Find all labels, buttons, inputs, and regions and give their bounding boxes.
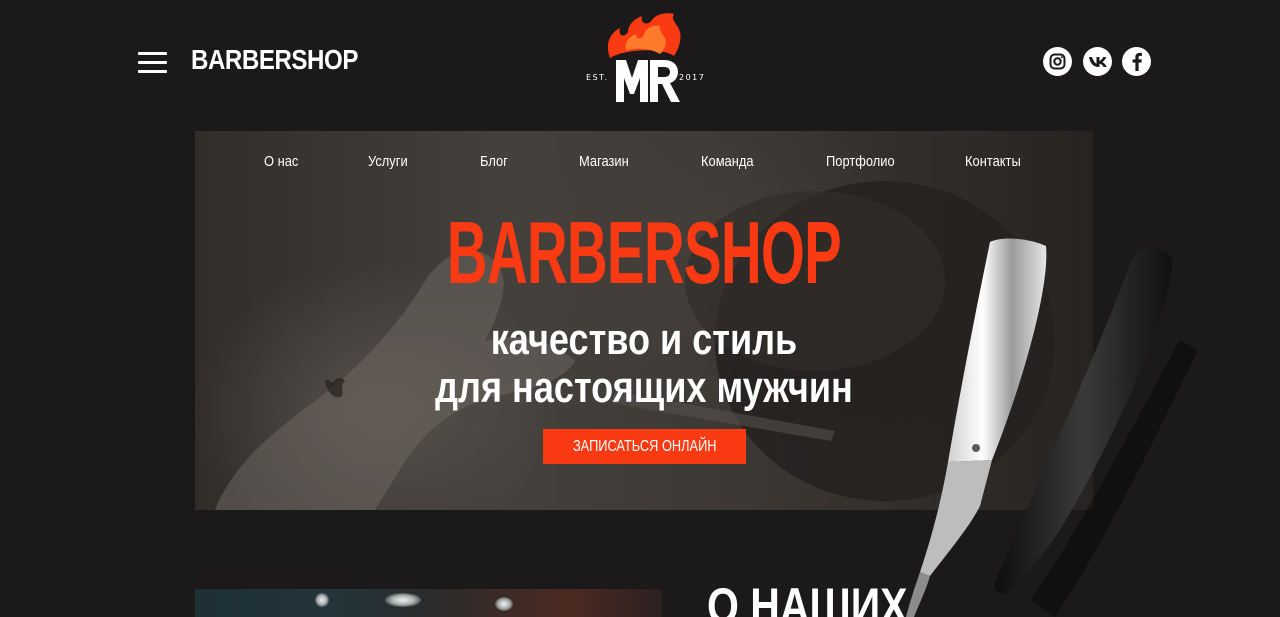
hamburger-menu-icon[interactable] xyxy=(138,52,167,74)
site-header: BARBERSHOP EST. 2017 xyxy=(0,0,1280,125)
logo-year-label: 2017 xyxy=(679,73,706,82)
nav-item-blog[interactable]: Блог xyxy=(480,153,508,170)
nav-item-contacts[interactable]: Контакты xyxy=(965,153,1021,170)
vk-icon[interactable] xyxy=(1083,47,1112,76)
hero-subtitle-line2: для настоящих мужчин xyxy=(435,363,853,412)
instagram-icon[interactable] xyxy=(1043,47,1072,76)
facebook-icon[interactable] xyxy=(1122,47,1151,76)
brand-name[interactable]: BARBERSHOP xyxy=(191,44,358,76)
nav-item-portfolio[interactable]: Портфолио xyxy=(826,153,895,170)
nav-item-services[interactable]: Услуги xyxy=(368,153,408,170)
hero-subtitle-line1: качество и стиль xyxy=(490,315,798,364)
book-online-button-label: ЗАПИСАТЬСЯ ОНЛАЙН xyxy=(572,437,717,455)
logo-est-label: EST. xyxy=(586,73,609,82)
nav-item-shop[interactable]: Магазин xyxy=(579,153,629,170)
hero-banner: О нас Услуги Блог Магазин Команда Портфо… xyxy=(195,131,1093,510)
hero-title: BARBERSHOP xyxy=(446,203,842,302)
main-nav: О нас Услуги Блог Магазин Команда Портфо… xyxy=(195,153,1093,175)
book-online-button[interactable]: ЗАПИСАТЬСЯ ОНЛАЙН xyxy=(543,429,746,464)
about-section-title: О НАШИХ xyxy=(707,578,908,617)
flame-logo-icon xyxy=(607,13,681,102)
about-photo xyxy=(195,589,662,617)
nav-item-team[interactable]: Команда xyxy=(701,153,754,170)
mr-logo[interactable]: EST. 2017 xyxy=(582,10,708,110)
nav-item-about[interactable]: О нас xyxy=(264,153,298,170)
